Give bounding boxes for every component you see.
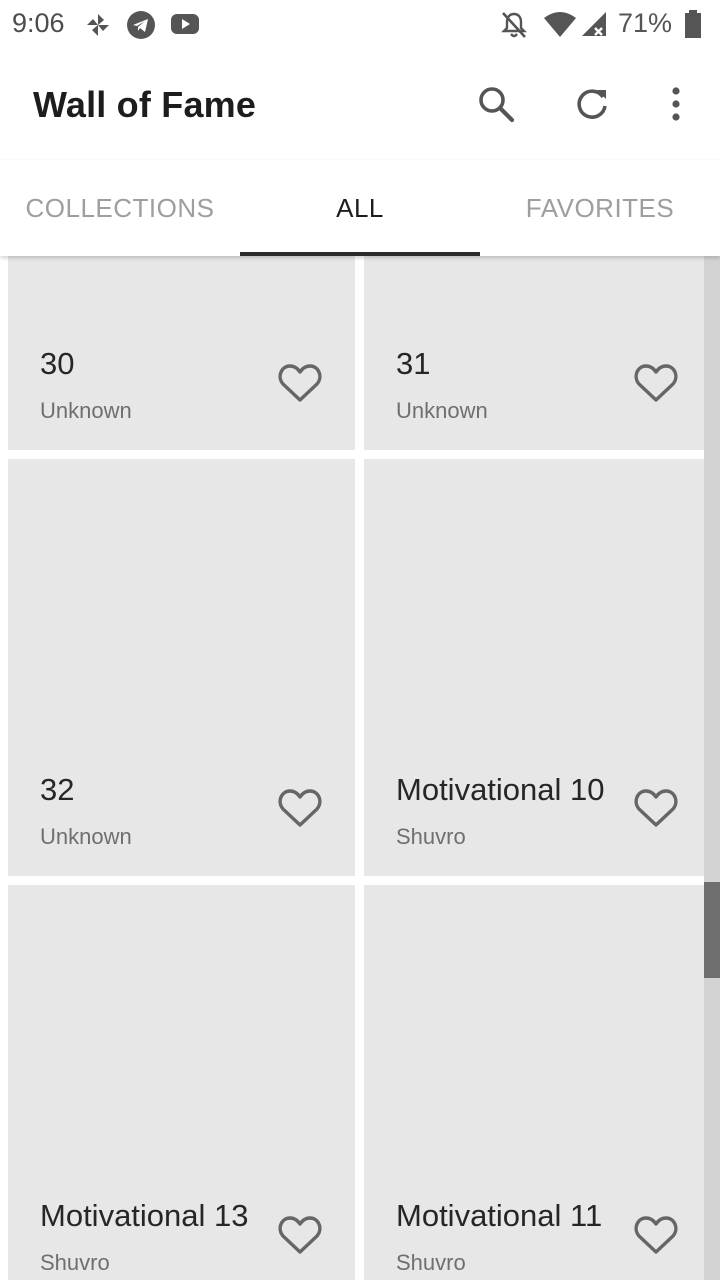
tab-label: COLLECTIONS [25,192,215,223]
wifi-icon [544,12,576,37]
search-button[interactable] [468,76,524,132]
telegram-icon [127,11,155,39]
tab-collections[interactable]: COLLECTIONS [0,160,240,256]
pinwheel-icon [87,14,109,36]
search-icon [479,87,515,123]
card-title: 30 [40,346,75,381]
app-screen: 9:06 71% Wall of Fame COLLECTIONS ALL FA… [0,0,720,1280]
page-title: Wall of Fame [33,84,257,125]
heart-icon [634,364,678,402]
heart-icon [278,789,322,827]
refresh-icon [577,89,607,119]
wallpaper-card[interactable]: Motivational 10 Shuvro [364,459,704,876]
card-title: Motivational 11 [396,1198,603,1233]
card-title: Motivational 13 [40,1198,249,1233]
favorite-button[interactable] [632,1211,680,1259]
status-time: 9:06 [12,8,65,38]
card-title: 31 [396,346,431,381]
scrollbar-track[interactable] [704,256,720,1280]
wallpaper-card[interactable]: Motivational 11 Shuvro [364,885,704,1280]
tab-favorites[interactable]: FAVORITES [480,160,720,256]
favorite-button[interactable] [276,1211,324,1259]
wallpaper-card[interactable]: 30 Unknown [8,256,355,450]
app-bar: Wall of Fame [0,50,720,160]
favorite-button[interactable] [632,784,680,832]
heart-icon [634,789,678,827]
wallpaper-card[interactable]: 31 Unknown [364,256,704,450]
refresh-button[interactable] [564,76,620,132]
battery-icon [685,10,701,38]
heart-icon [278,364,322,402]
favorite-button[interactable] [632,359,680,407]
card-title: 32 [40,772,75,807]
tab-indicator [240,252,480,256]
heart-icon [634,1216,678,1254]
wallpaper-grid: 30 Unknown 31 Unknown 32 Unknown Motivat… [0,256,720,1280]
signal-icon [582,12,606,36]
tab-all[interactable]: ALL [240,160,480,256]
card-title: Motivational 10 [396,772,605,807]
youtube-icon [171,14,199,34]
card-author: Unknown [396,398,488,423]
more-vert-icon [672,87,680,121]
scrollbar-thumb[interactable] [704,882,720,978]
notifications-off-icon [501,12,527,38]
card-author: Unknown [40,398,132,423]
tab-label: FAVORITES [525,192,675,223]
wallpaper-card[interactable]: 32 Unknown [8,459,355,876]
card-author: Shuvro [396,824,466,849]
tab-bar: COLLECTIONS ALL FAVORITES [0,160,720,256]
tab-label: ALL [336,192,384,223]
more-options-button[interactable] [648,76,704,132]
card-author: Shuvro [396,1250,466,1275]
card-author: Shuvro [40,1250,110,1275]
favorite-button[interactable] [276,784,324,832]
card-author: Unknown [40,824,132,849]
status-bar: 9:06 71% [0,0,720,50]
heart-icon [278,1216,322,1254]
wallpaper-card[interactable]: Motivational 13 Shuvro [8,885,355,1280]
favorite-button[interactable] [276,359,324,407]
battery-percent: 71% [618,8,673,38]
